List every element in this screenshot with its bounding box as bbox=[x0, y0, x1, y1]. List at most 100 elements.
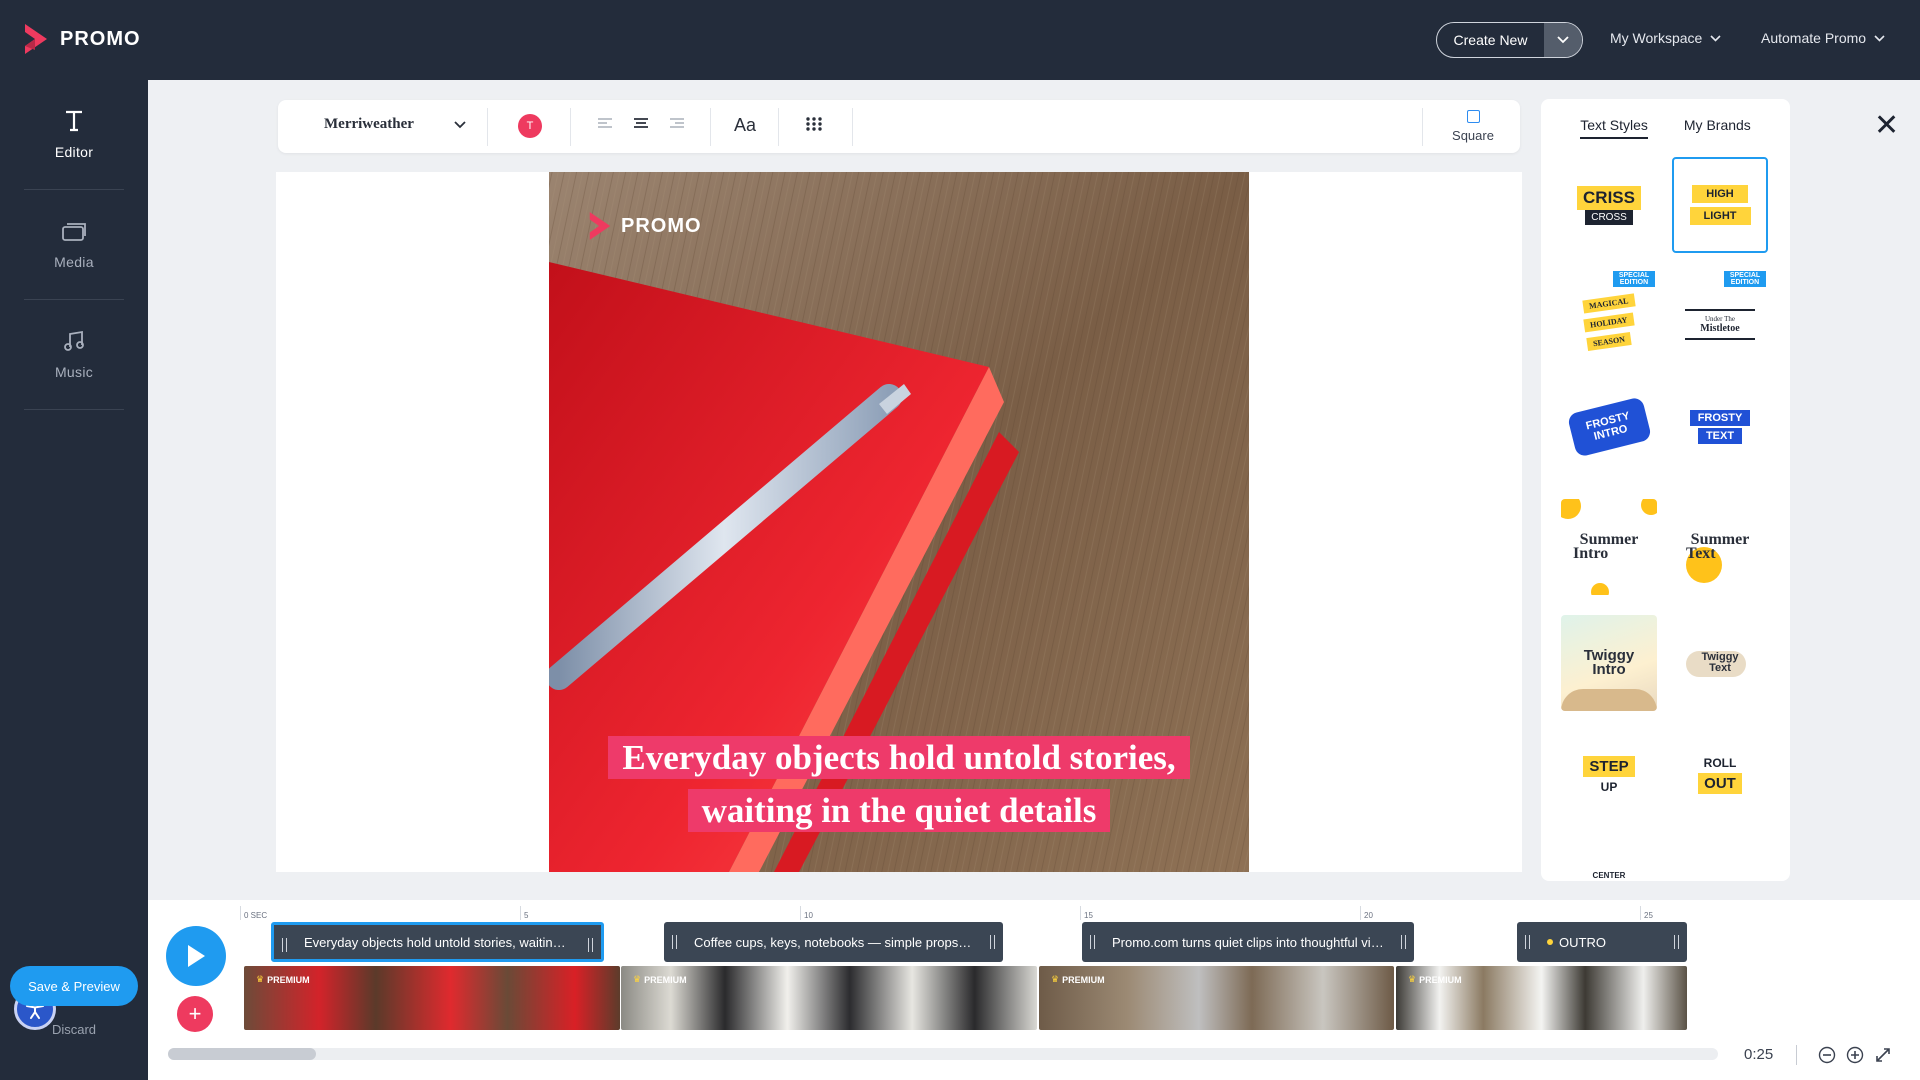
scrollbar-thumb[interactable] bbox=[168, 1048, 316, 1060]
play-button[interactable] bbox=[166, 926, 226, 986]
style-twiggy-text[interactable]: Twiggy Text bbox=[1672, 615, 1768, 711]
close-icon[interactable]: ✕ bbox=[1874, 108, 1899, 143]
text-toolbar: Merriweather T Aa Square bbox=[278, 100, 1520, 153]
video-clip-outro[interactable]: ♛ PREMIUM bbox=[1396, 966, 1687, 1030]
text-styles-panel: Text Styles My Brands CRISS CROSS HIGH L… bbox=[1541, 99, 1790, 881]
text-track-1[interactable]: Everyday objects hold untold stories, wa… bbox=[271, 922, 604, 962]
style-roll-out[interactable]: ROLL OUT bbox=[1672, 727, 1768, 823]
video-clip-2[interactable]: ♛ PREMIUM bbox=[621, 966, 1037, 1030]
font-family-select[interactable]: Merriweather bbox=[324, 116, 466, 133]
text-case-button[interactable]: Aa bbox=[734, 115, 756, 136]
automate-promo-label: Automate Promo bbox=[1761, 30, 1867, 46]
logo-text: PROMO bbox=[60, 27, 141, 50]
tab-text-styles[interactable]: Text Styles bbox=[1580, 117, 1648, 139]
automate-promo-menu[interactable]: Automate Promo bbox=[1761, 30, 1885, 46]
align-right-icon[interactable] bbox=[668, 115, 686, 133]
aspect-ratio-button[interactable]: Square bbox=[1438, 108, 1508, 143]
style-line-2: TEXT bbox=[1697, 428, 1743, 444]
toolbar-divider bbox=[570, 108, 571, 146]
save-preview-button[interactable]: Save & Preview bbox=[10, 966, 138, 1006]
sidebar-item-label: Editor bbox=[54, 143, 94, 160]
drag-handle[interactable] bbox=[672, 935, 677, 949]
style-line-1: MAGICAL bbox=[1582, 292, 1636, 314]
my-workspace-menu[interactable]: My Workspace bbox=[1610, 30, 1721, 46]
premium-badge: ♛ PREMIUM bbox=[256, 974, 310, 985]
time-ruler: 0 SEC 5 10 15 20 25 bbox=[240, 906, 1920, 922]
style-summer-intro[interactable]: Summer Intro bbox=[1561, 499, 1657, 595]
style-line-2: CROSS bbox=[1585, 209, 1633, 225]
style-line-1: HIGH bbox=[1692, 185, 1748, 203]
add-scene-button[interactable]: + bbox=[177, 996, 213, 1032]
create-new-dropdown[interactable] bbox=[1544, 23, 1582, 57]
style-criss-cross[interactable]: CRISS CROSS bbox=[1561, 157, 1657, 253]
tick-label: 15 bbox=[1080, 906, 1093, 920]
style-frosty-intro[interactable]: FROSTY INTRO bbox=[1561, 379, 1657, 475]
style-center-partial[interactable]: CENTER bbox=[1561, 871, 1657, 880]
tick-label: 25 bbox=[1640, 906, 1653, 920]
style-under-the-mistletoe[interactable]: SPECIAL EDITION Under The Mistletoe bbox=[1672, 269, 1768, 365]
text-track-3[interactable]: Promo.com turns quiet clips into thought… bbox=[1082, 922, 1414, 962]
fit-expand-icon[interactable] bbox=[1874, 1046, 1892, 1064]
drag-handle[interactable] bbox=[990, 935, 995, 949]
drag-handle[interactable] bbox=[588, 938, 593, 952]
toolbar-divider bbox=[852, 108, 853, 146]
zoom-out-icon[interactable] bbox=[1818, 1046, 1836, 1064]
align-center-icon[interactable] bbox=[632, 115, 650, 133]
discard-link[interactable]: Discard bbox=[0, 1022, 148, 1037]
drag-handle[interactable] bbox=[1525, 935, 1530, 949]
decor-shape bbox=[1561, 689, 1657, 711]
sidebar-item-editor[interactable]: Editor bbox=[24, 80, 124, 190]
style-summer-text[interactable]: Summer Text bbox=[1672, 499, 1768, 595]
align-left-icon[interactable] bbox=[596, 115, 614, 133]
style-frosty-text[interactable]: FROSTY TEXT bbox=[1672, 379, 1768, 475]
crown-icon: ♛ bbox=[1408, 974, 1417, 984]
drag-handle[interactable] bbox=[1674, 935, 1679, 949]
drag-handle[interactable] bbox=[1090, 935, 1095, 949]
outro-dot bbox=[1547, 939, 1553, 945]
style-magical-holiday[interactable]: SPECIAL EDITION MAGICAL HOLIDAY SEASON bbox=[1561, 269, 1657, 365]
style-step-up[interactable]: STEP UP bbox=[1561, 727, 1657, 823]
tick-label: 10 bbox=[800, 906, 813, 920]
caption-line-1[interactable]: Everyday objects hold untold stories, bbox=[549, 736, 1249, 779]
style-line-2: OUT bbox=[1698, 773, 1742, 794]
chevron-down-icon bbox=[1557, 36, 1569, 44]
caption-text: Everyday objects hold untold stories, bbox=[608, 736, 1190, 779]
style-high-light[interactable]: HIGH LIGHT bbox=[1672, 157, 1768, 253]
decor-circle bbox=[1591, 583, 1609, 595]
sidebar-item-music[interactable]: Music bbox=[24, 300, 124, 410]
style-line-1: CRISS bbox=[1577, 185, 1641, 210]
text-track-2[interactable]: Coffee cups, keys, notebooks — simple pr… bbox=[664, 922, 1003, 962]
drag-handle[interactable] bbox=[1401, 935, 1406, 949]
text-track-outro[interactable]: OUTRO bbox=[1517, 922, 1687, 962]
tick-label: 0 SEC bbox=[240, 906, 267, 920]
timeline-scrollbar[interactable] bbox=[168, 1048, 1718, 1060]
style-line-2: Intro bbox=[1592, 661, 1626, 678]
premium-badge: ♛ PREMIUM bbox=[1051, 974, 1105, 985]
style-twiggy-intro[interactable]: Twiggy Intro bbox=[1561, 615, 1657, 711]
caption-line-2[interactable]: waiting in the quiet details bbox=[549, 789, 1249, 832]
video-clip-1[interactable]: ♛ PREMIUM bbox=[244, 966, 620, 1030]
premium-label: PREMIUM bbox=[267, 974, 310, 985]
toolbar-divider bbox=[487, 108, 488, 146]
promo-logo[interactable]: PROMO bbox=[22, 22, 141, 56]
sidebar-item-label: Media bbox=[54, 253, 94, 270]
grid-dots-icon[interactable] bbox=[805, 115, 823, 133]
premium-badge: ♛ PREMIUM bbox=[633, 974, 687, 985]
create-new-label: Create New bbox=[1453, 32, 1528, 48]
sidebar-item-media[interactable]: Media bbox=[24, 190, 124, 300]
style-line-1: FROSTY bbox=[1689, 410, 1751, 426]
video-clip-3[interactable]: ♛ PREMIUM bbox=[1039, 966, 1394, 1030]
duration-readout: 0:25 bbox=[1744, 1046, 1774, 1063]
create-new-button[interactable]: Create New bbox=[1436, 22, 1583, 58]
premium-label: PREMIUM bbox=[644, 974, 687, 985]
frosty-blob: FROSTY INTRO bbox=[1566, 396, 1652, 458]
video-preview[interactable]: PROMO Everyday objects hold untold stori… bbox=[549, 172, 1249, 872]
music-note-icon bbox=[64, 330, 84, 351]
tab-my-brands[interactable]: My Brands bbox=[1684, 117, 1751, 139]
drag-handle[interactable] bbox=[282, 938, 287, 952]
text-color-picker[interactable]: T bbox=[518, 114, 542, 138]
zoom-in-icon[interactable] bbox=[1846, 1046, 1864, 1064]
toolbar-divider bbox=[1422, 108, 1423, 146]
aspect-ratio-label: Square bbox=[1452, 128, 1494, 143]
caption-text: waiting in the quiet details bbox=[687, 789, 1111, 832]
